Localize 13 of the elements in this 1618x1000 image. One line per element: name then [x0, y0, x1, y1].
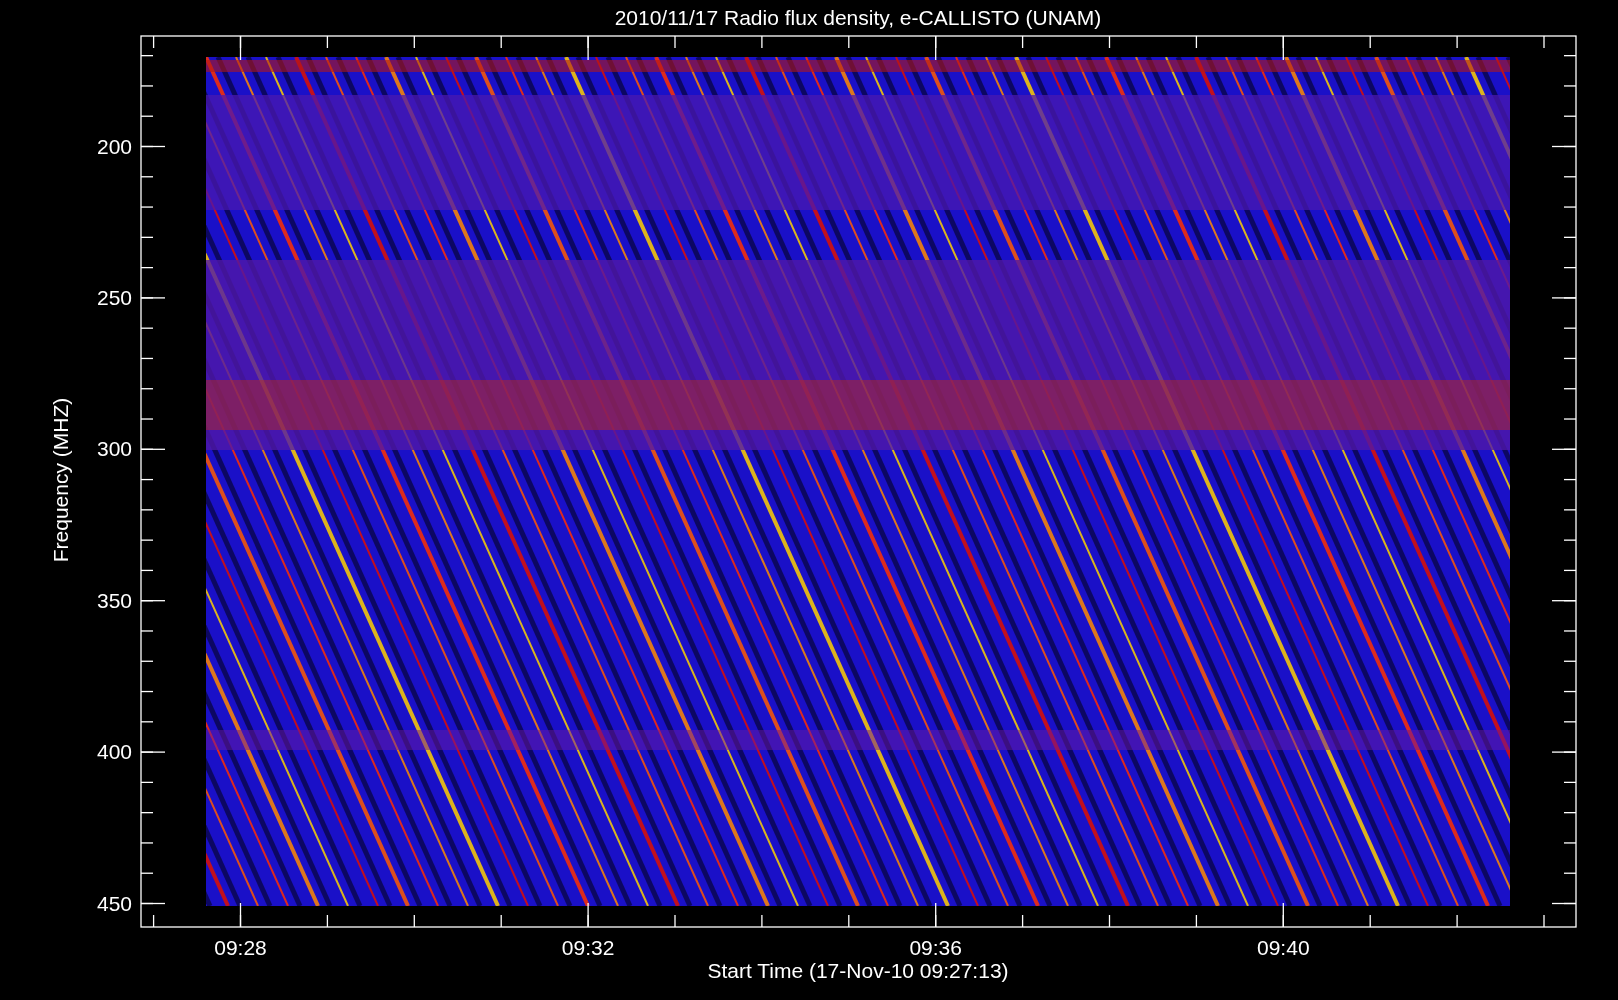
- x-tick-label: 09:36: [909, 936, 962, 959]
- y-tick-label: 400: [96, 740, 132, 764]
- x-tick-label: 09:32: [561, 936, 615, 959]
- y-axis-label: Frequency (MHZ): [49, 397, 72, 563]
- y-tick-label: 350: [96, 588, 132, 612]
- y-tick-label: 300: [96, 437, 132, 461]
- y-tick-label: 200: [96, 134, 132, 158]
- x-tick-label: 09:40: [1257, 936, 1310, 959]
- x-tick-label: 09:28: [214, 936, 267, 959]
- chart-title: 2010/11/17 Radio flux density, e-CALLISTO (UNAM): [614, 6, 1102, 29]
- y-tick-label: 250: [96, 285, 132, 309]
- x-axis-label: Start Time (17-Nov-10 09:27:13): [707, 959, 1009, 982]
- y-tick-label: 450: [96, 891, 132, 915]
